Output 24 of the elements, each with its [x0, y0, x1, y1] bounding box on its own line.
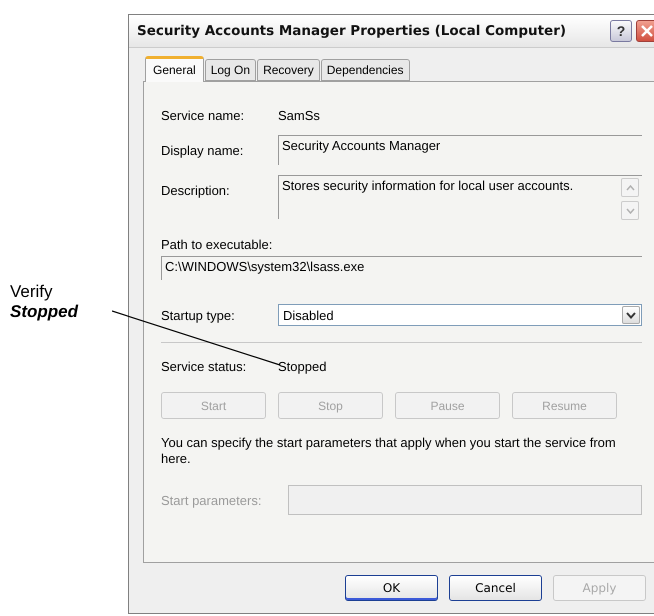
description-field[interactable]: Stores security information for local user accounts. — [278, 175, 642, 219]
tab[interactable]: Log On — [204, 59, 256, 81]
field-label: Start parameters: — [161, 492, 262, 508]
field-label: Display name: — [161, 142, 244, 158]
service-status-value: Stopped — [278, 359, 326, 374]
tab[interactable]: Dependencies — [320, 59, 410, 81]
hint-text: You can specify the start parameters that apply when you start the service from here. — [161, 435, 617, 467]
field-label: Service status: — [161, 359, 248, 374]
path-field: C:\WINDOWS\system32\lsass.exe — [161, 256, 642, 280]
service-name-value: SamSs — [278, 108, 320, 123]
window-title: Security Accounts Manager Properties (Local Computer) — [137, 23, 568, 39]
annotation-text: Verify — [10, 282, 54, 302]
startup-type-dropdown[interactable]: Disabled — [278, 304, 642, 326]
tab[interactable]: Recovery — [257, 59, 320, 81]
field-label: Startup type: — [161, 308, 236, 322]
display-name-field[interactable]: Security Accounts Manager — [278, 135, 642, 165]
dialog-button[interactable]: OK — [345, 575, 438, 601]
dialog-button[interactable]: Cancel — [449, 575, 542, 601]
field-label: Service name: — [161, 108, 246, 123]
field-label: Path to executable: — [161, 237, 274, 252]
field-label: Description: — [161, 182, 231, 198]
tab[interactable]: General — [145, 56, 204, 82]
annotation-text: Stopped — [10, 302, 80, 322]
help-button[interactable]: ? — [610, 20, 632, 42]
